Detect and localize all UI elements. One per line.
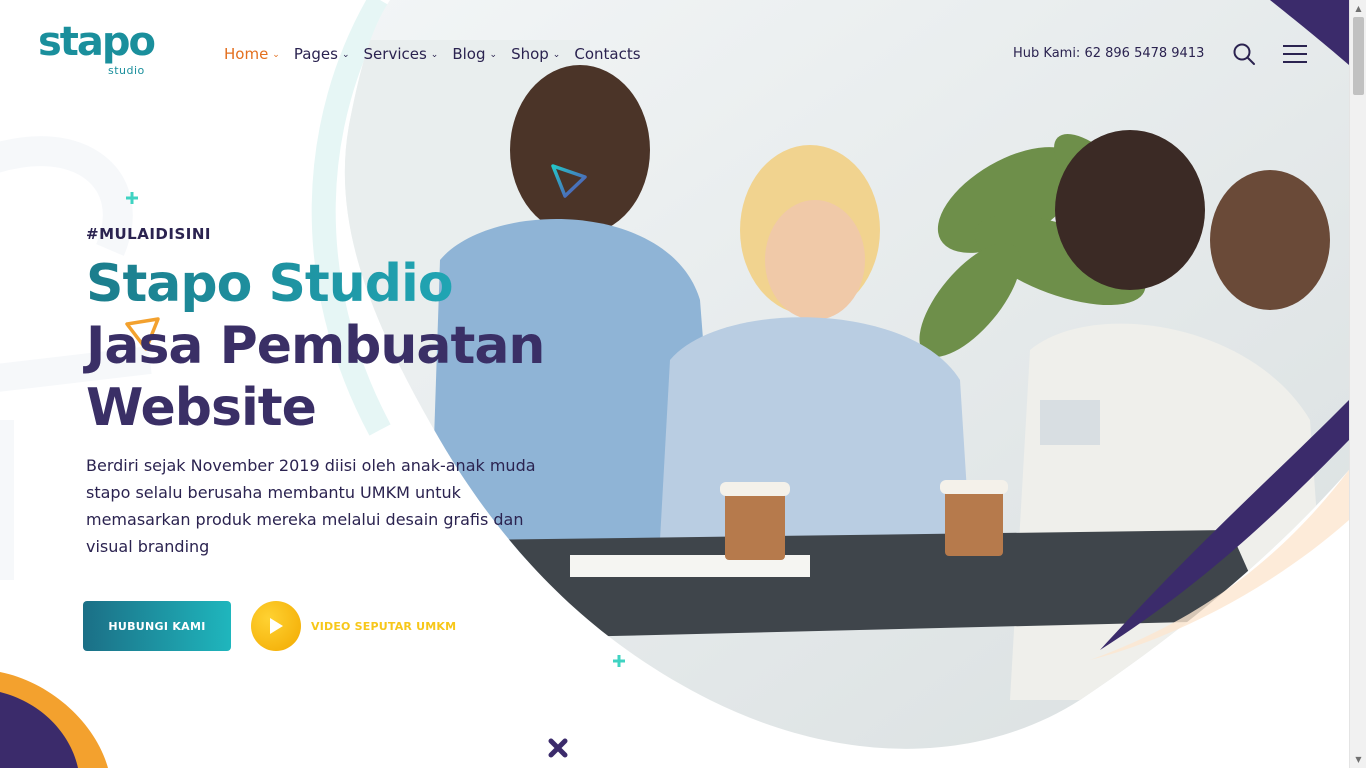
- plus-icon: [613, 655, 625, 667]
- nav-item-label: Pages: [293, 45, 338, 63]
- phone-contact[interactable]: Hub Kami: 62 896 5478 9413: [1013, 46, 1204, 61]
- scrollbar[interactable]: ▲ ▼: [1349, 0, 1366, 768]
- hero-tagline: #MULAIDISINI: [86, 225, 211, 243]
- hero-description: Berdiri sejak November 2019 diisi oleh a…: [86, 456, 536, 556]
- plus-icon: [126, 192, 138, 204]
- chevron-down-icon: ⌄: [341, 50, 350, 60]
- chevron-down-icon: ⌄: [430, 50, 439, 60]
- page: stapo studio Home ⌄ Pages ⌄ Services ⌄ B…: [0, 0, 1349, 768]
- search-icon: [1233, 43, 1255, 65]
- hero-title-line: Jasa Pembuatan: [86, 316, 545, 376]
- nav-item-services[interactable]: Services ⌄: [364, 44, 439, 64]
- nav-item-label: Home: [224, 45, 269, 63]
- triangle-icon: [551, 164, 587, 198]
- contact-us-button[interactable]: HUBUNGI KAMI: [83, 601, 231, 651]
- nav-item-label: Contacts: [574, 45, 641, 63]
- hero-title: Stapo Studio Jasa Pembuatan Website: [86, 253, 606, 439]
- menu-button[interactable]: [1282, 43, 1308, 65]
- play-video-button[interactable]: [251, 601, 301, 651]
- nav-item-shop[interactable]: Shop ⌄: [511, 44, 560, 64]
- nav-item-home[interactable]: Home ⌄: [224, 44, 280, 64]
- scrollbar-thumb[interactable]: [1353, 17, 1364, 95]
- scroll-down-icon[interactable]: ▼: [1350, 751, 1366, 768]
- chevron-down-icon: ⌄: [489, 50, 498, 60]
- hamburger-menu-icon: [1283, 45, 1307, 63]
- nav-item-contacts[interactable]: Contacts: [574, 44, 640, 64]
- chevron-down-icon: ⌄: [552, 50, 561, 60]
- scroll-up-icon[interactable]: ▲: [1350, 0, 1366, 17]
- logo-subtitle: studio: [108, 64, 145, 77]
- nav-item-label: Shop: [511, 45, 549, 63]
- play-icon: [270, 618, 283, 634]
- nav-item-label: Services: [363, 45, 427, 63]
- nav-item-label: Blog: [452, 45, 486, 63]
- hero-title-line: Stapo Studio: [86, 253, 606, 315]
- logo[interactable]: stapo studio: [38, 22, 158, 80]
- video-link[interactable]: VIDEO SEPUTAR UMKM: [311, 620, 456, 633]
- hero-title-line: Website: [86, 378, 317, 438]
- nav-item-blog[interactable]: Blog ⌄: [452, 44, 497, 64]
- nav-item-pages[interactable]: Pages ⌄: [294, 44, 350, 64]
- cross-icon: [548, 738, 568, 758]
- corner-shape: [0, 672, 108, 768]
- search-button[interactable]: [1232, 42, 1256, 66]
- logo-wordmark: stapo: [38, 19, 156, 65]
- chevron-down-icon: ⌄: [272, 50, 280, 60]
- main-nav: Home ⌄ Pages ⌄ Services ⌄ Blog ⌄ Shop ⌄ …: [224, 44, 655, 64]
